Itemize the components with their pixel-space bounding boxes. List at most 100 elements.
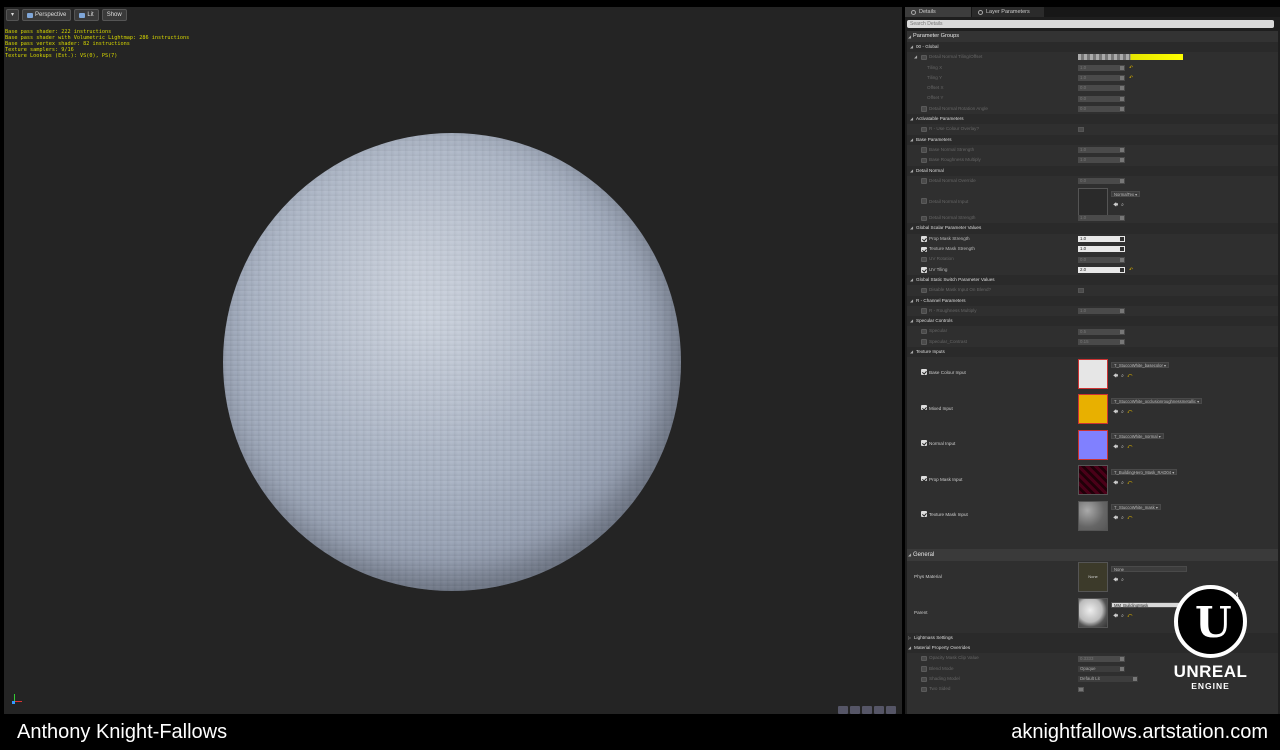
override-checkbox[interactable] bbox=[921, 157, 927, 164]
category-header[interactable]: ◢ Activatable Parameters bbox=[907, 114, 1278, 125]
override-checkbox[interactable] bbox=[921, 676, 927, 682]
value-field[interactable]: 0.0 bbox=[1078, 85, 1125, 92]
reset-arrow-icon[interactable]: ↶ bbox=[1129, 73, 1133, 83]
value-field[interactable]: 0.0 bbox=[1078, 105, 1125, 112]
override-checkbox[interactable] bbox=[921, 178, 927, 184]
reset-arrow-icon[interactable]: ↶ bbox=[1127, 373, 1135, 379]
override-checkbox[interactable] bbox=[921, 369, 927, 375]
override-checkbox[interactable] bbox=[921, 287, 927, 294]
reset-arrow-icon[interactable]: ↶ bbox=[1127, 515, 1135, 521]
texture-thumbnail[interactable] bbox=[1078, 500, 1108, 531]
use-selected-arrow-icon[interactable]: 🡄 bbox=[1113, 577, 1121, 583]
category-header[interactable]: ◢ Specular Controls bbox=[907, 316, 1278, 327]
override-checkbox[interactable] bbox=[921, 126, 927, 133]
texture-thumbnail[interactable] bbox=[1078, 429, 1108, 460]
value-field[interactable]: 1.0 bbox=[1078, 75, 1125, 82]
preview-sphere[interactable] bbox=[223, 133, 681, 591]
reset-arrow-icon[interactable]: ↶ bbox=[1129, 63, 1133, 73]
override-checkbox[interactable] bbox=[921, 308, 927, 314]
category-header[interactable]: ◢ Base Parameters bbox=[907, 134, 1278, 145]
value-field[interactable]: 1.0 bbox=[1078, 308, 1125, 315]
use-selected-arrow-icon[interactable]: 🡄 bbox=[1113, 202, 1121, 208]
override-checkbox[interactable] bbox=[921, 328, 927, 335]
category-header[interactable]: ◢ 00 - Global bbox=[907, 42, 1278, 53]
dropdown-field[interactable]: Default Lit bbox=[1078, 676, 1138, 683]
search-details-input[interactable] bbox=[907, 20, 1274, 28]
use-selected-arrow-icon[interactable]: 🡄 bbox=[1113, 515, 1121, 521]
texture-combo[interactable]: T_StuccoWhite_mask ▾ bbox=[1111, 504, 1161, 511]
preview-shape-cube-icon[interactable] bbox=[874, 706, 884, 714]
override-checkbox[interactable] bbox=[921, 106, 927, 112]
category-header[interactable]: ◢ Texture Inputs bbox=[907, 347, 1278, 358]
category-header[interactable]: ◢ Detail Normal bbox=[907, 165, 1278, 176]
reset-arrow-icon[interactable]: ↶ bbox=[1127, 613, 1135, 619]
parameter-groups-header[interactable]: ◢ Parameter Groups bbox=[907, 31, 1278, 42]
value-field[interactable]: 0.0 bbox=[1078, 95, 1125, 102]
category-header[interactable]: ◢ R - Channel Parameters bbox=[907, 295, 1278, 306]
preview-shape-cylinder-icon[interactable] bbox=[838, 706, 848, 714]
override-checkbox[interactable] bbox=[921, 198, 927, 204]
parent-thumbnail[interactable] bbox=[1078, 598, 1108, 629]
override-checkbox[interactable] bbox=[921, 655, 927, 662]
value-field[interactable]: 1.0 bbox=[1078, 215, 1125, 222]
override-checkbox[interactable] bbox=[921, 686, 927, 693]
use-selected-arrow-icon[interactable]: 🡄 bbox=[1113, 409, 1121, 415]
texture-combo[interactable]: T_BuildingHero_Mask_RAD04 ▾ bbox=[1111, 468, 1178, 475]
override-checkbox[interactable] bbox=[921, 246, 927, 253]
texture-combo[interactable]: T_StuccoWhite_occlusionroughnessmetallic… bbox=[1111, 397, 1203, 404]
value-field[interactable]: 0.0 bbox=[1078, 256, 1125, 263]
value-field[interactable]: 0.15 bbox=[1078, 338, 1125, 345]
value-field[interactable]: 0.3333 bbox=[1078, 655, 1125, 662]
override-checkbox[interactable] bbox=[921, 475, 927, 482]
lit-button[interactable]: Lit bbox=[74, 9, 99, 21]
override-checkbox[interactable] bbox=[921, 666, 927, 672]
switch-checkbox[interactable] bbox=[1078, 126, 1084, 133]
texture-thumbnail[interactable] bbox=[1078, 358, 1108, 389]
value-field[interactable]: 2.0 bbox=[1078, 266, 1125, 273]
override-checkbox[interactable] bbox=[921, 440, 927, 446]
reset-arrow-icon[interactable]: ↶ bbox=[1127, 409, 1135, 415]
use-selected-arrow-icon[interactable]: 🡄 bbox=[1113, 444, 1121, 450]
texture-combo[interactable]: NormalTex ▾ bbox=[1111, 191, 1141, 198]
preview-shape-sphere-icon[interactable] bbox=[850, 706, 860, 714]
browse-icon[interactable]: ⌕ bbox=[1121, 577, 1127, 583]
phys-material-combo[interactable]: None bbox=[1111, 565, 1187, 572]
browse-icon[interactable]: ⌕ bbox=[1121, 202, 1127, 208]
category-header[interactable]: ◢ Global Static Switch Parameter Values bbox=[907, 274, 1278, 286]
reset-arrow-icon[interactable]: ↶ bbox=[1129, 265, 1133, 275]
value-field[interactable]: 0.0 bbox=[1078, 178, 1125, 185]
texture-thumbnail[interactable] bbox=[1078, 465, 1108, 496]
switch-checkbox[interactable] bbox=[1078, 287, 1084, 294]
override-checkbox[interactable] bbox=[921, 215, 927, 222]
tab-layer-parameters[interactable]: Layer Parameters bbox=[972, 7, 1044, 17]
texture-combo[interactable]: T_StuccoWhite_normal ▾ bbox=[1111, 433, 1164, 440]
override-checkbox[interactable] bbox=[921, 511, 927, 517]
preview-shape-plane-icon[interactable] bbox=[862, 706, 872, 714]
override-checkbox[interactable] bbox=[921, 339, 927, 345]
value-field[interactable]: 1.0 bbox=[1078, 246, 1125, 253]
override-checkbox[interactable] bbox=[921, 54, 927, 61]
reset-arrow-icon[interactable]: ↶ bbox=[1127, 444, 1135, 450]
color-value-swatch[interactable] bbox=[1078, 54, 1183, 61]
category-header[interactable]: ◢ Global Scalar Parameter Values bbox=[907, 223, 1278, 234]
override-checkbox[interactable] bbox=[921, 147, 927, 153]
two-sided-checkbox[interactable] bbox=[1078, 686, 1084, 693]
reset-arrow-icon[interactable]: ↶ bbox=[1127, 480, 1135, 486]
override-checkbox[interactable] bbox=[921, 267, 927, 273]
value-field[interactable]: 1.0 bbox=[1078, 64, 1125, 71]
value-field[interactable]: 0.5 bbox=[1078, 328, 1125, 335]
dropdown-field[interactable]: Opaque bbox=[1078, 665, 1125, 672]
tab-details[interactable]: Details bbox=[905, 7, 971, 17]
value-field[interactable]: 1.0 bbox=[1078, 147, 1125, 154]
viewport-menu-button[interactable]: ▾ bbox=[6, 9, 20, 21]
override-checkbox[interactable] bbox=[921, 256, 927, 263]
use-selected-arrow-icon[interactable]: 🡄 bbox=[1113, 480, 1121, 486]
phys-material-thumbnail[interactable]: None bbox=[1078, 562, 1108, 593]
texture-thumbnail[interactable] bbox=[1078, 394, 1108, 425]
texture-thumbnail[interactable] bbox=[1078, 187, 1108, 216]
override-checkbox[interactable] bbox=[921, 236, 927, 242]
general-header[interactable]: ◢ General bbox=[907, 548, 1278, 561]
use-selected-arrow-icon[interactable]: 🡄 bbox=[1113, 373, 1121, 379]
material-preview-viewport[interactable]: ▾ Perspective Lit Show Base pass shader:… bbox=[4, 7, 902, 714]
texture-combo[interactable]: T_StuccoWhite_basecolor ▾ bbox=[1111, 362, 1170, 369]
